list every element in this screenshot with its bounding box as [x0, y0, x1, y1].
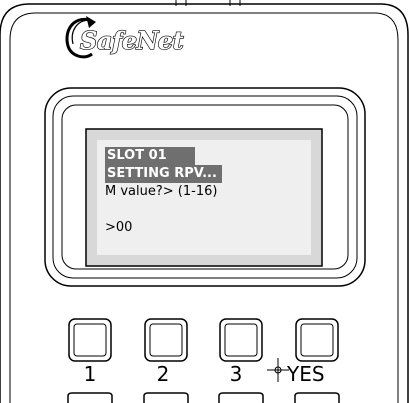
- key-2-label: 2: [156, 362, 170, 386]
- lcd-line-input: >00: [105, 220, 133, 235]
- key-1-label: 1: [83, 362, 97, 386]
- lcd-line-slot: SLOT 01: [105, 147, 195, 165]
- key-2-button[interactable]: [144, 318, 188, 362]
- key-3-label: 3: [229, 362, 243, 386]
- key-yes-button[interactable]: [295, 318, 339, 362]
- key-yes-label: YES: [287, 362, 325, 386]
- brand-logo-text: SafeNet: [79, 25, 184, 55]
- lcd-line-status: SETTING RPV...: [105, 165, 222, 183]
- key-row2-partial: [67, 392, 340, 403]
- lcd-line-prompt: M value?> (1-16): [105, 184, 218, 199]
- key-1-button[interactable]: [68, 318, 112, 362]
- crosshair-icon: [267, 358, 289, 382]
- key-3-button[interactable]: [219, 318, 263, 362]
- lcd-screen: SLOT 01 SETTING RPV... M value?> (1-16) …: [97, 140, 311, 255]
